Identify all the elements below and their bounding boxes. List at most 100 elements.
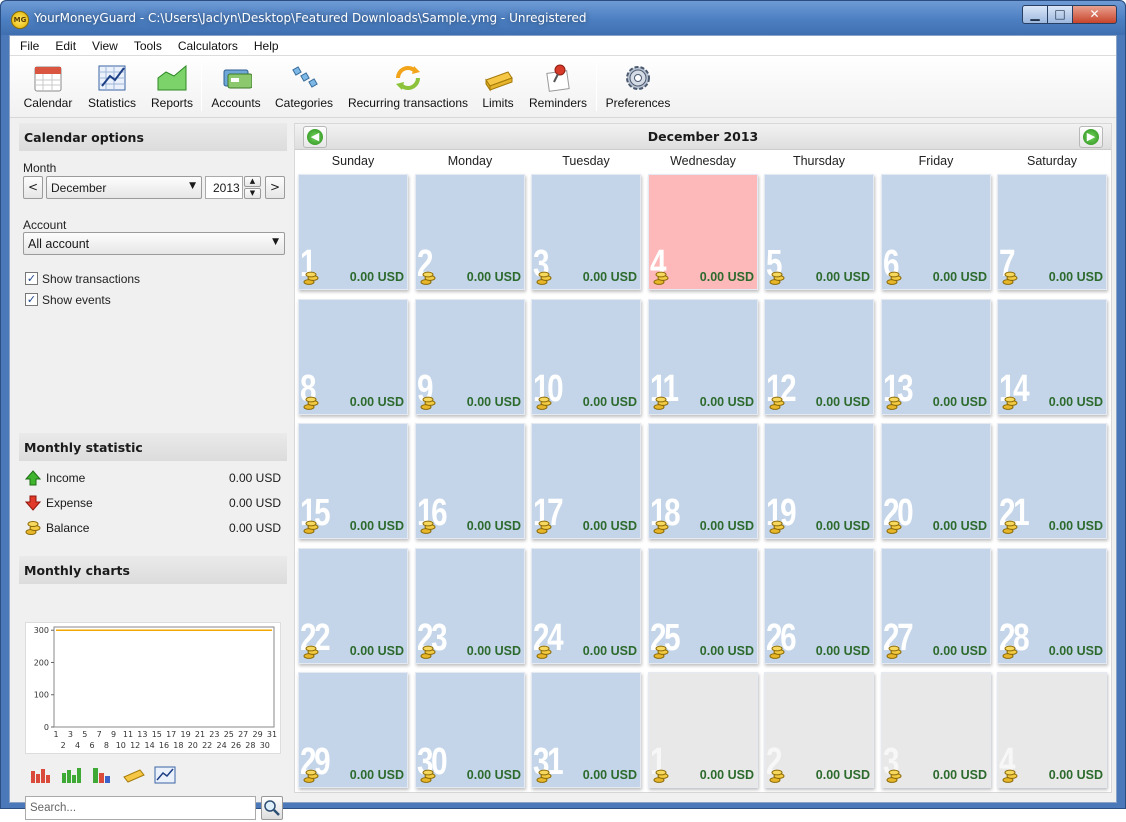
day-cell[interactable]: 14 0.00 USD	[997, 299, 1107, 415]
day-amount: 0.00 USD	[466, 644, 521, 658]
menu-calculators[interactable]: Calculators	[170, 36, 246, 55]
day-cell[interactable]: 31 0.00 USD	[531, 672, 641, 788]
day-cell-next-month[interactable]: 2 0.00 USD	[764, 672, 874, 788]
day-cell[interactable]: 25 0.00 USD	[648, 548, 758, 664]
day-cell[interactable]: 2 0.00 USD	[415, 174, 525, 290]
x-tick-label: 31	[267, 730, 277, 739]
coins-icon	[303, 769, 319, 783]
title-bar[interactable]: MG YourMoneyGuard - C:\Users\Jaclyn\Desk…	[1, 1, 1125, 35]
day-amount: 0.00 USD	[582, 519, 637, 533]
x-tick-label: 8	[104, 741, 109, 750]
day-cell[interactable]: 28 0.00 USD	[997, 548, 1107, 664]
calendar-next-button[interactable]: ▶	[1079, 126, 1103, 148]
day-cell[interactable]: 23 0.00 USD	[415, 548, 525, 664]
limits-button[interactable]: Limits	[476, 56, 520, 116]
statistics-button[interactable]: Statistics	[82, 56, 142, 116]
day-cell[interactable]: 27 0.00 USD	[881, 548, 991, 664]
day-amount: 0.00 USD	[699, 395, 754, 409]
day-cell[interactable]: 26 0.00 USD	[764, 548, 874, 664]
day-cell[interactable]: 30 0.00 USD	[415, 672, 525, 788]
weekday-header: Tuesday	[562, 154, 610, 168]
x-tick-label: 3	[68, 730, 73, 739]
calendar-header: ◀ December 2013 ▶	[295, 124, 1111, 150]
search-button[interactable]	[261, 796, 283, 820]
bar-chart-green-icon[interactable]	[60, 765, 84, 785]
year-input[interactable]: 2013	[205, 176, 243, 199]
day-cell-next-month[interactable]: 1 0.00 USD	[648, 672, 758, 788]
day-cell[interactable]: 29 0.00 USD	[298, 672, 408, 788]
day-cell[interactable]: 1 0.00 USD	[298, 174, 408, 290]
day-amount: 0.00 USD	[1048, 270, 1103, 284]
coins-icon	[420, 271, 436, 285]
day-cell[interactable]: 13 0.00 USD	[881, 299, 991, 415]
year-down-button[interactable]: ▼	[244, 188, 261, 199]
line-chart-icon[interactable]	[153, 765, 177, 785]
day-amount: 0.00 USD	[699, 519, 754, 533]
reminders-button[interactable]: Reminders	[526, 56, 590, 116]
coins-icon	[653, 396, 669, 410]
limits-icon	[485, 71, 513, 92]
next-month-button[interactable]: >	[265, 176, 285, 199]
day-cell-next-month[interactable]: 3 0.00 USD	[881, 672, 991, 788]
preferences-button[interactable]: Preferences	[604, 56, 672, 116]
monthly-statistic-header: Monthly statistic	[19, 433, 287, 461]
day-cell[interactable]: 4 0.00 USD	[648, 174, 758, 290]
menu-view[interactable]: View	[84, 36, 126, 55]
day-cell[interactable]: 5 0.00 USD	[764, 174, 874, 290]
menu-tools[interactable]: Tools	[126, 36, 170, 55]
year-up-button[interactable]: ▲	[244, 176, 261, 187]
day-cell[interactable]: 11 0.00 USD	[648, 299, 758, 415]
day-cell[interactable]: 21 0.00 USD	[997, 423, 1107, 539]
day-cell[interactable]: 20 0.00 USD	[881, 423, 991, 539]
show-events-checkbox[interactable]: ✓	[25, 293, 38, 306]
account-select[interactable]: All account ▼	[23, 232, 285, 255]
day-cell[interactable]: 15 0.00 USD	[298, 423, 408, 539]
bar-chart-mixed-icon[interactable]	[91, 765, 115, 785]
day-cell[interactable]: 8 0.00 USD	[298, 299, 408, 415]
coins-icon	[769, 520, 785, 534]
day-cell[interactable]: 12 0.00 USD	[764, 299, 874, 415]
day-amount: 0.00 USD	[815, 644, 870, 658]
minimize-button[interactable]: ▁	[1022, 5, 1048, 24]
search-input[interactable]: Search...	[25, 796, 256, 820]
recurring-transactions-button[interactable]: Recurring transactions	[344, 56, 472, 116]
day-cell[interactable]: 24 0.00 USD	[531, 548, 641, 664]
day-cell-next-month[interactable]: 4 0.00 USD	[997, 672, 1107, 788]
day-cell[interactable]: 17 0.00 USD	[531, 423, 641, 539]
day-amount: 0.00 USD	[466, 768, 521, 782]
day-cell[interactable]: 19 0.00 USD	[764, 423, 874, 539]
prev-month-button[interactable]: <	[23, 176, 43, 199]
day-cell[interactable]: 6 0.00 USD	[881, 174, 991, 290]
close-button[interactable]: ✕	[1073, 5, 1117, 24]
coins-icon	[769, 271, 785, 285]
day-amount: 0.00 USD	[349, 270, 404, 284]
app-window: MG YourMoneyGuard - C:\Users\Jaclyn\Desk…	[0, 0, 1126, 820]
day-cell[interactable]: 10 0.00 USD	[531, 299, 641, 415]
x-tick-label: 6	[89, 741, 94, 750]
day-cell[interactable]: 22 0.00 USD	[298, 548, 408, 664]
maximize-button[interactable]: □	[1048, 5, 1073, 24]
account-label: Account	[23, 218, 67, 232]
day-cell[interactable]: 3 0.00 USD	[531, 174, 641, 290]
day-amount: 0.00 USD	[699, 644, 754, 658]
month-select[interactable]: December ▼	[46, 176, 202, 199]
categories-button[interactable]: Categories	[270, 56, 338, 116]
bar-chart-red-icon[interactable]	[29, 765, 53, 785]
calendar-button[interactable]: Calendar	[16, 56, 80, 116]
menu-edit[interactable]: Edit	[47, 36, 84, 55]
weekday-header: Monday	[447, 154, 493, 168]
day-cell[interactable]: 16 0.00 USD	[415, 423, 525, 539]
day-cell[interactable]: 9 0.00 USD	[415, 299, 525, 415]
accounts-button[interactable]: Accounts	[206, 56, 266, 116]
day-amount: 0.00 USD	[815, 395, 870, 409]
show-events-label: Show events	[42, 293, 111, 307]
show-transactions-checkbox[interactable]: ✓	[25, 272, 38, 285]
balance-chart-icon[interactable]	[122, 765, 146, 785]
menu-file[interactable]: File	[12, 36, 47, 55]
day-cell[interactable]: 18 0.00 USD	[648, 423, 758, 539]
reports-button[interactable]: Reports	[144, 56, 200, 116]
day-cell[interactable]: 7 0.00 USD	[997, 174, 1107, 290]
month-label: Month	[23, 161, 57, 175]
chevron-down-icon: ▼	[189, 181, 196, 191]
menu-help[interactable]: Help	[246, 36, 287, 55]
